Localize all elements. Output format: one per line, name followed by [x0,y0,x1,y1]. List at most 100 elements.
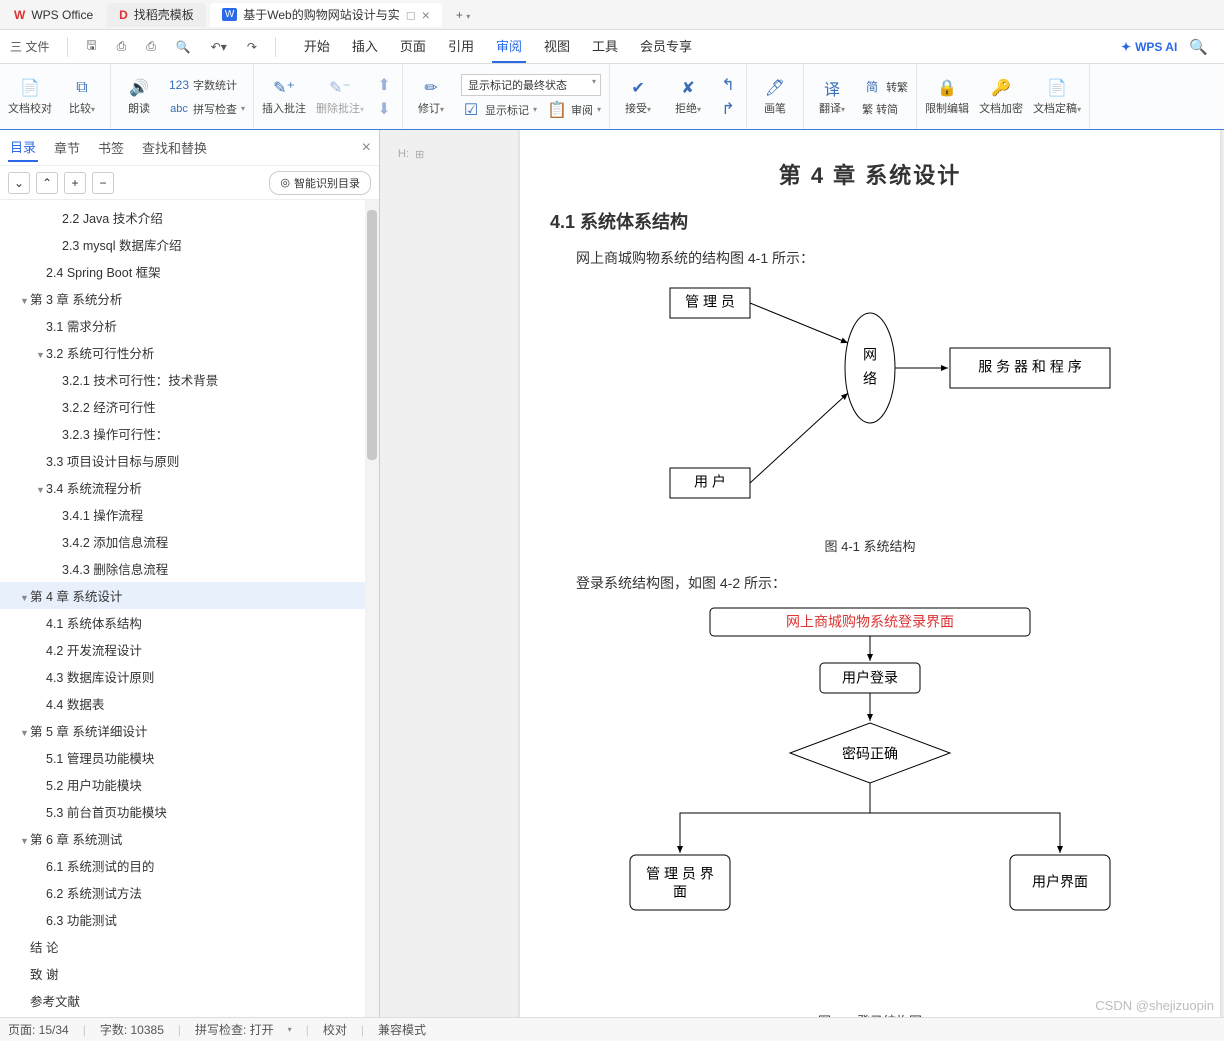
status-compat[interactable]: 兼容模式 [378,1021,426,1038]
ribbon-group-protect: 🔒限制编辑 🔑文档加密 📄文档定稿▾ [917,64,1090,129]
status-page[interactable]: 页面: 15/34 [8,1021,69,1038]
status-spell[interactable]: 拼写检查: 打开 [195,1021,274,1038]
menubar-right: ✦WPS AI 🔍 [1121,38,1220,56]
wps-ai-button[interactable]: ✦WPS AI [1121,40,1177,54]
outline-item[interactable]: ▼第 6 章 系统测试 [0,825,379,852]
scrollbar[interactable] [365,200,379,1017]
collapse-icon[interactable]: ⌄ [8,172,30,194]
next-change-icon[interactable]: ↱ [718,99,738,119]
compare-button[interactable]: ⧉比较▾ [62,78,102,116]
file-menu[interactable]: 三 文件 [4,34,55,59]
tab-insert[interactable]: 插入 [348,30,382,63]
document-area[interactable]: H:⊞ 第 4 章 系统设计 4.1 系统体系结构 网上商城购物系统的结构图 4… [380,130,1224,1017]
tab-tools[interactable]: 工具 [588,30,622,63]
read-button[interactable]: 🔊朗读 [119,78,159,116]
outline-item[interactable]: 6.3 功能测试 [0,906,379,933]
outline-item[interactable]: 4.1 系统体系结构 [0,609,379,636]
to-simplified-button[interactable]: 繁 转简 [862,101,908,117]
outline-item[interactable]: 6.2 系统测试方法 [0,879,379,906]
outline-add-icon[interactable]: + [64,172,86,194]
save-icon[interactable]: 🖫 [80,32,102,61]
scrollbar-thumb[interactable] [367,210,377,460]
smart-outline-button[interactable]: ◎智能识别目录 [269,171,371,195]
outline-item[interactable]: ▼第 3 章 系统分析 [0,285,379,312]
outline-item[interactable]: ▼3.4 系统流程分析 [0,474,379,501]
label: 拒绝 [675,103,697,115]
outline-item[interactable]: ▼第 5 章 系统详细设计 [0,717,379,744]
revise-button[interactable]: ✏修订▾ [411,78,451,116]
spell-check-button[interactable]: abc拼写检查▾ [169,99,245,119]
print-preview-icon[interactable]: ⎙ [140,35,162,58]
translate-button[interactable]: 译翻译▾ [812,78,852,116]
encrypt-button[interactable]: 🔑文档加密 [979,78,1023,116]
accept-button[interactable]: ✔接受▾ [618,78,658,116]
search-icon[interactable]: 🔍 [1189,38,1208,56]
show-markup-button[interactable]: ☑显示标记▾ [461,100,537,120]
expand-icon[interactable]: ⌃ [36,172,58,194]
word-count-button[interactable]: 123字数统计 [169,75,245,95]
outline-item[interactable]: 5.3 前台首页功能模块 [0,798,379,825]
redo-icon[interactable]: ↷ [241,36,263,58]
review-button[interactable]: 📋审阅▾ [547,100,601,120]
outline-item[interactable]: 3.3 项目设计目标与原则 [0,447,379,474]
chevron-down-icon[interactable]: ▾ [466,12,470,21]
tab-pin-icon[interactable]: ◻ [406,8,416,22]
outline-item[interactable]: 结 论 [0,933,379,960]
tab-review[interactable]: 审阅 [492,30,526,63]
pen-button[interactable]: 🖊画笔 [755,78,795,116]
undo-icon[interactable]: ↶▾ [205,36,233,58]
label: 比较 [69,103,91,115]
prev-change-icon[interactable]: ↰ [718,75,738,95]
tab-member[interactable]: 会员专享 [636,30,696,63]
close-icon[interactable]: × [422,7,430,23]
outline-item[interactable]: 3.4.3 删除信息流程 [0,555,379,582]
outline-item[interactable]: 5.1 管理员功能模块 [0,744,379,771]
markup-mode-select[interactable]: 显示标记的最终状态 ▾ [461,74,601,96]
sp-tab-outline[interactable]: 目录 [8,133,38,162]
tab-templates[interactable]: D 找稻壳模板 [107,3,206,27]
outline-item[interactable]: ▼3.2 系统可行性分析 [0,339,379,366]
outline-item[interactable]: 5.2 用户功能模块 [0,771,379,798]
outline-item[interactable]: 4.4 数据表 [0,690,379,717]
reject-button[interactable]: ✘拒绝▾ [668,78,708,116]
status-proof[interactable]: 校对 [323,1021,347,1038]
outline-item[interactable]: 3.4.2 添加信息流程 [0,528,379,555]
to-traditional-button[interactable]: 简转繁 [862,77,908,97]
tab-start[interactable]: 开始 [300,30,334,63]
outline-item[interactable]: 3.1 需求分析 [0,312,379,339]
sp-tab-bookmark[interactable]: 书签 [96,134,126,161]
outline-item[interactable]: 3.2.1 技术可行性：技术背景 [0,366,379,393]
ribbon-group-read: 🔊朗读 123字数统计 abc拼写检查▾ [111,64,254,129]
outline-item[interactable]: 3.2.2 经济可行性 [0,393,379,420]
outline-item[interactable]: 2.3 mysql 数据库介绍 [0,231,379,258]
outline-item[interactable]: 2.4 Spring Boot 框架 [0,258,379,285]
outline-item[interactable]: 4.2 开发流程设计 [0,636,379,663]
delete-comment-button[interactable]: ✎⁻删除批注▾ [316,78,364,116]
outline-item[interactable]: 6.1 系统测试的目的 [0,852,379,879]
outline-item[interactable]: 3.4.1 操作流程 [0,501,379,528]
close-icon[interactable]: × [362,139,371,157]
print-icon[interactable]: ⎙ [111,35,133,58]
insert-comment-button[interactable]: ✎⁺插入批注 [262,78,306,116]
outline-item[interactable]: 3.2.3 操作可行性： [0,420,379,447]
status-words[interactable]: 字数: 10385 [100,1021,164,1038]
preview-icon[interactable]: 🔍 [170,36,197,58]
tab-view[interactable]: 视图 [540,30,574,63]
sp-tab-chapter[interactable]: 章节 [52,134,82,161]
tab-reference[interactable]: 引用 [444,30,478,63]
prev-comment-icon[interactable]: ⬆ [374,75,394,95]
restrict-edit-button[interactable]: 🔒限制编辑 [925,78,969,116]
outline-item[interactable]: ▼第 4 章 系统设计 [0,582,379,609]
sp-tab-find[interactable]: 查找和替换 [140,134,209,161]
tab-document[interactable]: W 基于Web的购物网站设计与实 ◻ × [210,3,442,27]
outline-item[interactable]: 4.3 数据库设计原则 [0,663,379,690]
outline-item[interactable]: 致 谢 [0,960,379,987]
doc-proof-button[interactable]: 📄文档校对 [8,78,52,116]
tab-add-button[interactable]: + ▾ [446,8,480,22]
next-comment-icon[interactable]: ⬇ [374,99,394,119]
outline-remove-icon[interactable]: − [92,172,114,194]
tab-page[interactable]: 页面 [396,30,430,63]
outline-item[interactable]: 2.2 Java 技术介绍 [0,204,379,231]
outline-item[interactable]: 参考文献 [0,987,379,1014]
finalize-button[interactable]: 📄文档定稿▾ [1033,78,1081,116]
